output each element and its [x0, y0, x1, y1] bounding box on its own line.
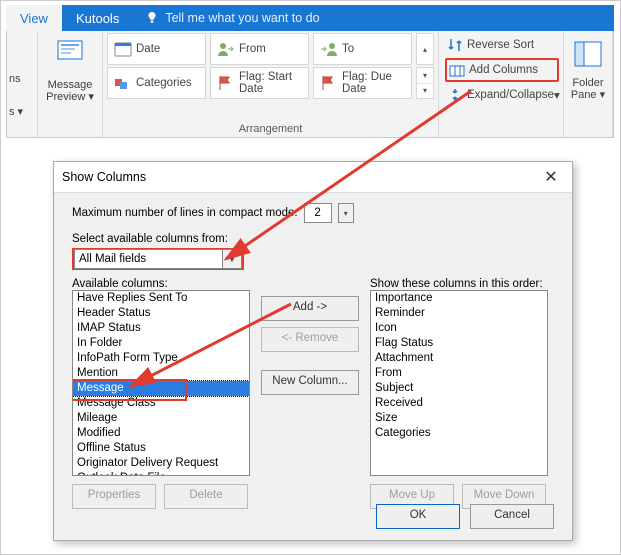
arrange-scroll-down[interactable]: ▾▾	[416, 67, 434, 99]
list-item[interactable]: Have Replies Sent To	[73, 291, 249, 306]
folder-pane-button[interactable]: Folder Pane ▾	[564, 31, 613, 137]
calendar-icon	[114, 41, 132, 57]
arrange-from-label: From	[239, 43, 266, 55]
person-from-icon	[217, 41, 235, 57]
arrange-categories-label: Categories	[136, 77, 192, 89]
reverse-sort-icon	[447, 38, 463, 52]
available-columns-label: Available columns:	[72, 278, 250, 290]
list-item[interactable]: Outlook Data File	[73, 471, 249, 476]
list-item[interactable]: Originator Delivery Request	[73, 456, 249, 471]
list-item[interactable]: Attachment	[371, 351, 547, 366]
folder-pane-icon	[574, 41, 602, 70]
source-select[interactable]: All Mail fields	[74, 249, 223, 269]
expand-collapse[interactable]: Expand/Collapse ▾	[445, 85, 559, 105]
arrangement-group-label: Arrangement	[103, 123, 438, 135]
compact-lines-stepper[interactable]: ▾	[338, 203, 354, 223]
message-preview-label2: Preview	[46, 91, 85, 103]
message-preview-icon	[56, 39, 84, 69]
reverse-sort[interactable]: Reverse Sort	[445, 35, 559, 55]
arrange-categories[interactable]: Categories	[107, 67, 206, 99]
expand-collapse-label: Expand/Collapse	[467, 89, 554, 101]
list-item[interactable]: Subject	[371, 381, 547, 396]
list-item[interactable]: Categories	[371, 426, 547, 441]
list-item[interactable]: InfoPath Form Type	[73, 351, 249, 366]
flag-icon	[320, 75, 338, 91]
tell-me-label: Tell me what you want to do	[165, 11, 319, 25]
expand-collapse-icon	[447, 88, 463, 102]
dialog-titlebar[interactable]: Show Columns ✕	[54, 162, 572, 193]
list-item[interactable]: Modified	[73, 426, 249, 441]
arrange-date[interactable]: Date	[107, 33, 206, 65]
flag-icon	[217, 75, 235, 91]
source-label: Select available columns from:	[72, 233, 554, 245]
tell-me-search[interactable]: Tell me what you want to do	[133, 5, 331, 31]
list-item[interactable]: Importance	[371, 291, 547, 306]
list-item[interactable]: Reminder	[371, 306, 547, 321]
tab-kutools[interactable]: Kutools	[62, 5, 133, 31]
ribbon-group-arrangement: Date From To ▴ Categories	[103, 31, 439, 137]
ribbon-group-cut: ns s ▾	[7, 31, 38, 137]
list-item[interactable]: Header Status	[73, 306, 249, 321]
list-item[interactable]: From	[371, 366, 547, 381]
ok-button[interactable]: OK	[376, 504, 460, 529]
lightbulb-icon	[145, 11, 159, 25]
list-item[interactable]: Offline Status	[73, 441, 249, 456]
categories-icon	[114, 75, 132, 91]
ribbon-body: ns s ▾ Message Preview ▾ Date	[6, 31, 614, 138]
properties-button[interactable]: Properties	[72, 484, 156, 509]
arrange-flag-due[interactable]: Flag: Due Date	[313, 67, 412, 99]
message-preview-button[interactable]: Message Preview ▾	[38, 31, 103, 137]
arrange-scroll[interactable]: ▴	[416, 33, 434, 65]
delete-button[interactable]: Delete	[164, 484, 248, 509]
add-columns-label: Add Columns	[469, 64, 538, 76]
ribbon-group-sort: Reverse Sort Add Columns Expand/Collapse…	[439, 31, 564, 137]
add-columns-icon	[449, 63, 465, 77]
list-item[interactable]: In Folder	[73, 336, 249, 351]
ribbon-tabs: View Kutools Tell me what you want to do	[6, 5, 614, 31]
compact-lines-input[interactable]: 2	[304, 203, 332, 223]
arrange-to-label: To	[342, 43, 354, 55]
folder-pane-label: Folder	[572, 77, 603, 89]
arrange-date-label: Date	[136, 43, 160, 55]
list-item[interactable]: Mileage	[73, 411, 249, 426]
list-item[interactable]: Message Class	[73, 396, 249, 411]
folder-pane-label2: Pane	[571, 89, 597, 101]
person-to-icon	[320, 41, 338, 57]
cancel-button[interactable]: Cancel	[470, 504, 554, 529]
show-columns-dialog: Show Columns ✕ Maximum number of lines i…	[53, 161, 573, 541]
list-item[interactable]: Mention	[73, 366, 249, 381]
close-icon[interactable]: ✕	[538, 167, 564, 187]
arrange-to[interactable]: To	[313, 33, 412, 65]
remove-button[interactable]: <- Remove	[261, 327, 359, 352]
arrange-flag-start-label: Flag: Start Date	[239, 71, 302, 95]
add-button[interactable]: Add ->	[261, 296, 359, 321]
order-columns-list[interactable]: ImportanceReminderIconFlag StatusAttachm…	[370, 290, 548, 476]
compact-lines-label: Maximum number of lines in compact mode:	[72, 207, 298, 219]
add-columns-button[interactable]: Add Columns	[445, 58, 559, 82]
reverse-sort-label: Reverse Sort	[467, 39, 534, 51]
list-item[interactable]: Flag Status	[371, 336, 547, 351]
list-item[interactable]: Message	[73, 381, 249, 396]
available-columns-list[interactable]: Have Replies Sent ToHeader StatusIMAP St…	[72, 290, 250, 476]
list-item[interactable]: IMAP Status	[73, 321, 249, 336]
order-columns-label: Show these columns in this order:	[370, 278, 548, 290]
new-column-button[interactable]: New Column...	[261, 370, 359, 395]
chevron-down-icon[interactable]: ▼	[223, 249, 242, 269]
list-item[interactable]: Size	[371, 411, 547, 426]
arrange-flag-start[interactable]: Flag: Start Date	[210, 67, 309, 99]
list-item[interactable]: Icon	[371, 321, 547, 336]
dialog-title-text: Show Columns	[62, 170, 146, 184]
list-item[interactable]: Received	[371, 396, 547, 411]
arrange-flag-due-label: Flag: Due Date	[342, 71, 405, 95]
tab-view[interactable]: View	[6, 5, 62, 31]
arrange-from[interactable]: From	[210, 33, 309, 65]
message-preview-label: Message	[48, 79, 93, 91]
